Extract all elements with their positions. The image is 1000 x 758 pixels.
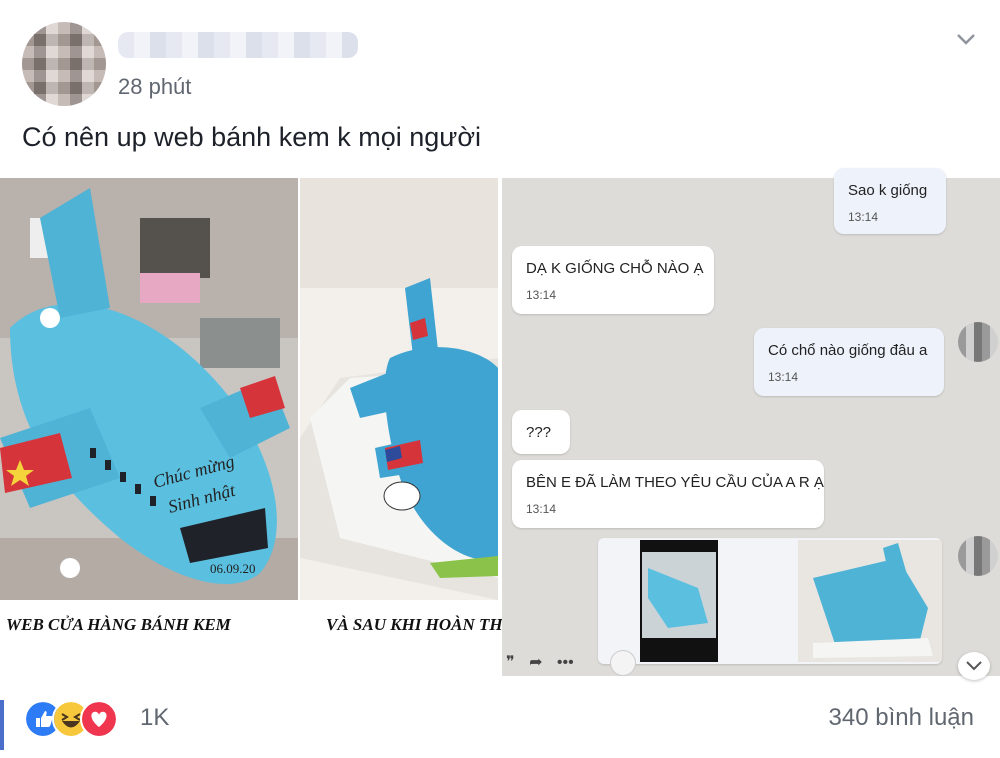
reaction-icons[interactable]: [24, 700, 134, 738]
author-name-blurred[interactable]: [118, 32, 358, 58]
chat-toolbar: ❞ ➦ •••: [506, 652, 574, 672]
contact-avatar-blurred: [958, 322, 998, 362]
chat-message: Sao k giống 13:14: [834, 168, 946, 234]
post-timestamp[interactable]: 28 phút: [118, 74, 191, 100]
scroll-down-icon[interactable]: [958, 652, 990, 680]
caption-after-completion: VÀ SAU KHI HOÀN TH: [326, 615, 503, 634]
chat-message: DẠ K GIỐNG CHỖ NÀO Ạ 13:14: [512, 246, 714, 314]
love-icon: [80, 700, 118, 738]
contact-avatar-blurred: [958, 536, 998, 576]
chevron-down-icon[interactable]: [955, 28, 977, 50]
comment-count[interactable]: 340 bình luận: [829, 704, 974, 732]
quote-icon[interactable]: ❞: [506, 654, 515, 671]
accent-bar: [0, 700, 4, 750]
thumbs-up-icon[interactable]: [610, 650, 636, 676]
cake-collage-image: 06.09.20 Chúc mừng Sinh nhật: [0, 178, 498, 676]
share-icon[interactable]: ➦: [529, 654, 542, 671]
chat-message: Có chổ nào giống đâu a 13:14: [754, 328, 944, 396]
chat-message: BÊN E ĐÃ LÀM THEO YÊU CẦU CỦA A R Ạ 13:1…: [512, 460, 824, 528]
chat-image-attachment: [598, 538, 942, 664]
photo-cake-collage[interactable]: 06.09.20 Chúc mừng Sinh nhật: [0, 178, 498, 676]
author-avatar[interactable]: [22, 22, 106, 106]
attached-photos: [640, 540, 942, 662]
more-icon[interactable]: •••: [557, 654, 574, 671]
feed-post: 28 phút Có nên up web bánh kem k mọi ngư…: [0, 0, 1000, 758]
reaction-count[interactable]: 1K: [140, 704, 169, 732]
post-text: Có nên up web bánh kem k mọi người: [22, 122, 482, 152]
cake-writing: 06.09.20: [210, 561, 256, 576]
chat-message: ???: [512, 410, 570, 454]
caption-web-store: WEB CỬA HÀNG BÁNH KEM: [6, 615, 231, 634]
